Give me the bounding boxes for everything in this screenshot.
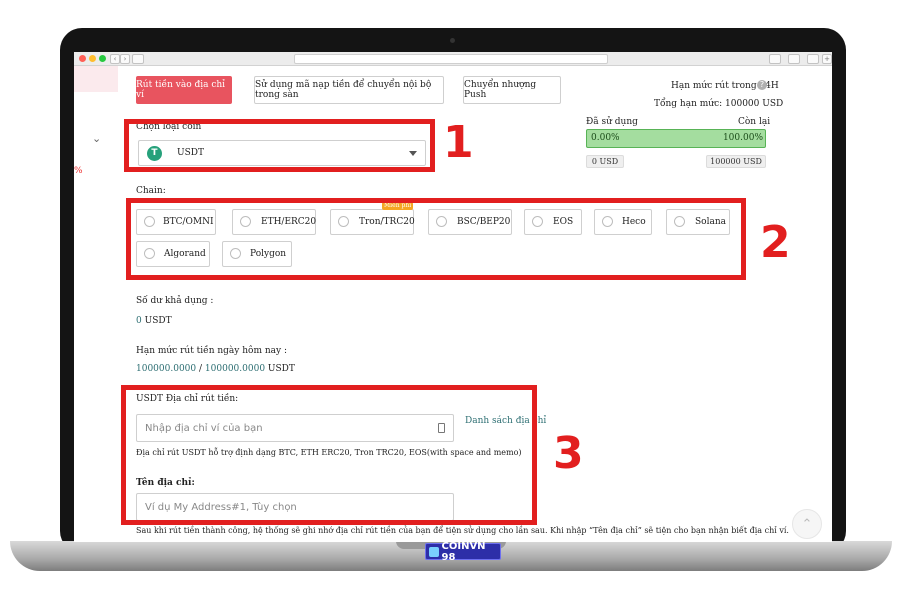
help-icon[interactable]: ? — [757, 80, 767, 90]
balance-unit: USDT — [144, 316, 172, 326]
used-label: Đã sử dụng — [586, 117, 638, 127]
coinvn-logo-icon — [429, 546, 439, 557]
camera-icon — [450, 38, 455, 43]
tab-internal-transfer[interactable]: Sử dụng mã nạp tiền để chuyển nội bộ tro… — [254, 76, 444, 104]
balance-amount: 0 — [136, 316, 142, 326]
coinvn-watermark: COINVN 98 — [425, 540, 501, 563]
daily-separator: / — [199, 364, 203, 374]
tab-push-transfer[interactable]: Chuyển nhượng Push — [463, 76, 561, 104]
balance-value: 0 USDT — [136, 316, 172, 326]
annotation-box-3 — [121, 385, 537, 525]
tabs-icon[interactable] — [807, 54, 819, 64]
close-window-icon[interactable] — [79, 55, 86, 62]
maximize-window-icon[interactable] — [99, 55, 106, 62]
scroll-to-top-button[interactable]: ⌃ — [792, 509, 822, 539]
sidebar-percent-mark: % — [74, 166, 83, 176]
annotation-number-2: 2 — [760, 217, 791, 268]
sidebar-toggle-icon[interactable] — [132, 54, 144, 64]
daily-total: 100000.0000 — [204, 364, 266, 374]
chain-label: Chain: — [136, 186, 166, 196]
annotation-box-1 — [124, 119, 435, 172]
remaining-label: Còn lại — [738, 117, 771, 127]
remaining-percent: 100.00% — [722, 133, 763, 143]
new-tab-icon[interactable]: + — [822, 54, 832, 64]
daily-limit-label: Hạn mức rút tiền ngày hôm nay : — [136, 346, 287, 356]
used-percent: 0.00% — [591, 133, 620, 143]
browser-titlebar: ‹ › + — [74, 52, 832, 66]
sidebar-active-item[interactable] — [74, 66, 118, 92]
share-icon[interactable] — [788, 54, 800, 64]
address-bar[interactable] — [294, 54, 608, 64]
limit-total: Tổng hạn mức: 100000 USD — [654, 99, 784, 109]
tab-withdraw-address[interactable]: Rút tiền vào địa chỉ ví — [136, 76, 232, 104]
extension-icon[interactable] — [769, 54, 781, 64]
annotation-box-2 — [126, 198, 746, 280]
balance-label: Số dư khả dụng : — [136, 296, 214, 306]
daily-used: 100000.0000 — [136, 364, 197, 374]
chevron-down-icon[interactable]: ⌄ — [92, 132, 101, 145]
annotation-number-1: 1 — [443, 117, 474, 168]
forward-icon[interactable]: › — [120, 54, 130, 64]
daily-limit-value: 100000.0000 / 100000.0000 USDT — [136, 364, 295, 374]
watermark-text: COINVN 98 — [441, 540, 486, 563]
daily-unit: USDT — [267, 364, 295, 374]
annotation-number-3: 3 — [553, 428, 584, 479]
used-value-chip: 0 USD — [586, 155, 624, 168]
address-bottom-note: Sau khi rút tiền thành công, hệ thống sẽ… — [136, 526, 789, 535]
limit-progress-bar: 0.00% 100.00% — [586, 129, 766, 148]
back-icon[interactable]: ‹ — [110, 54, 120, 64]
minimize-window-icon[interactable] — [89, 55, 96, 62]
remaining-value-chip: 100000 USD — [706, 155, 766, 168]
